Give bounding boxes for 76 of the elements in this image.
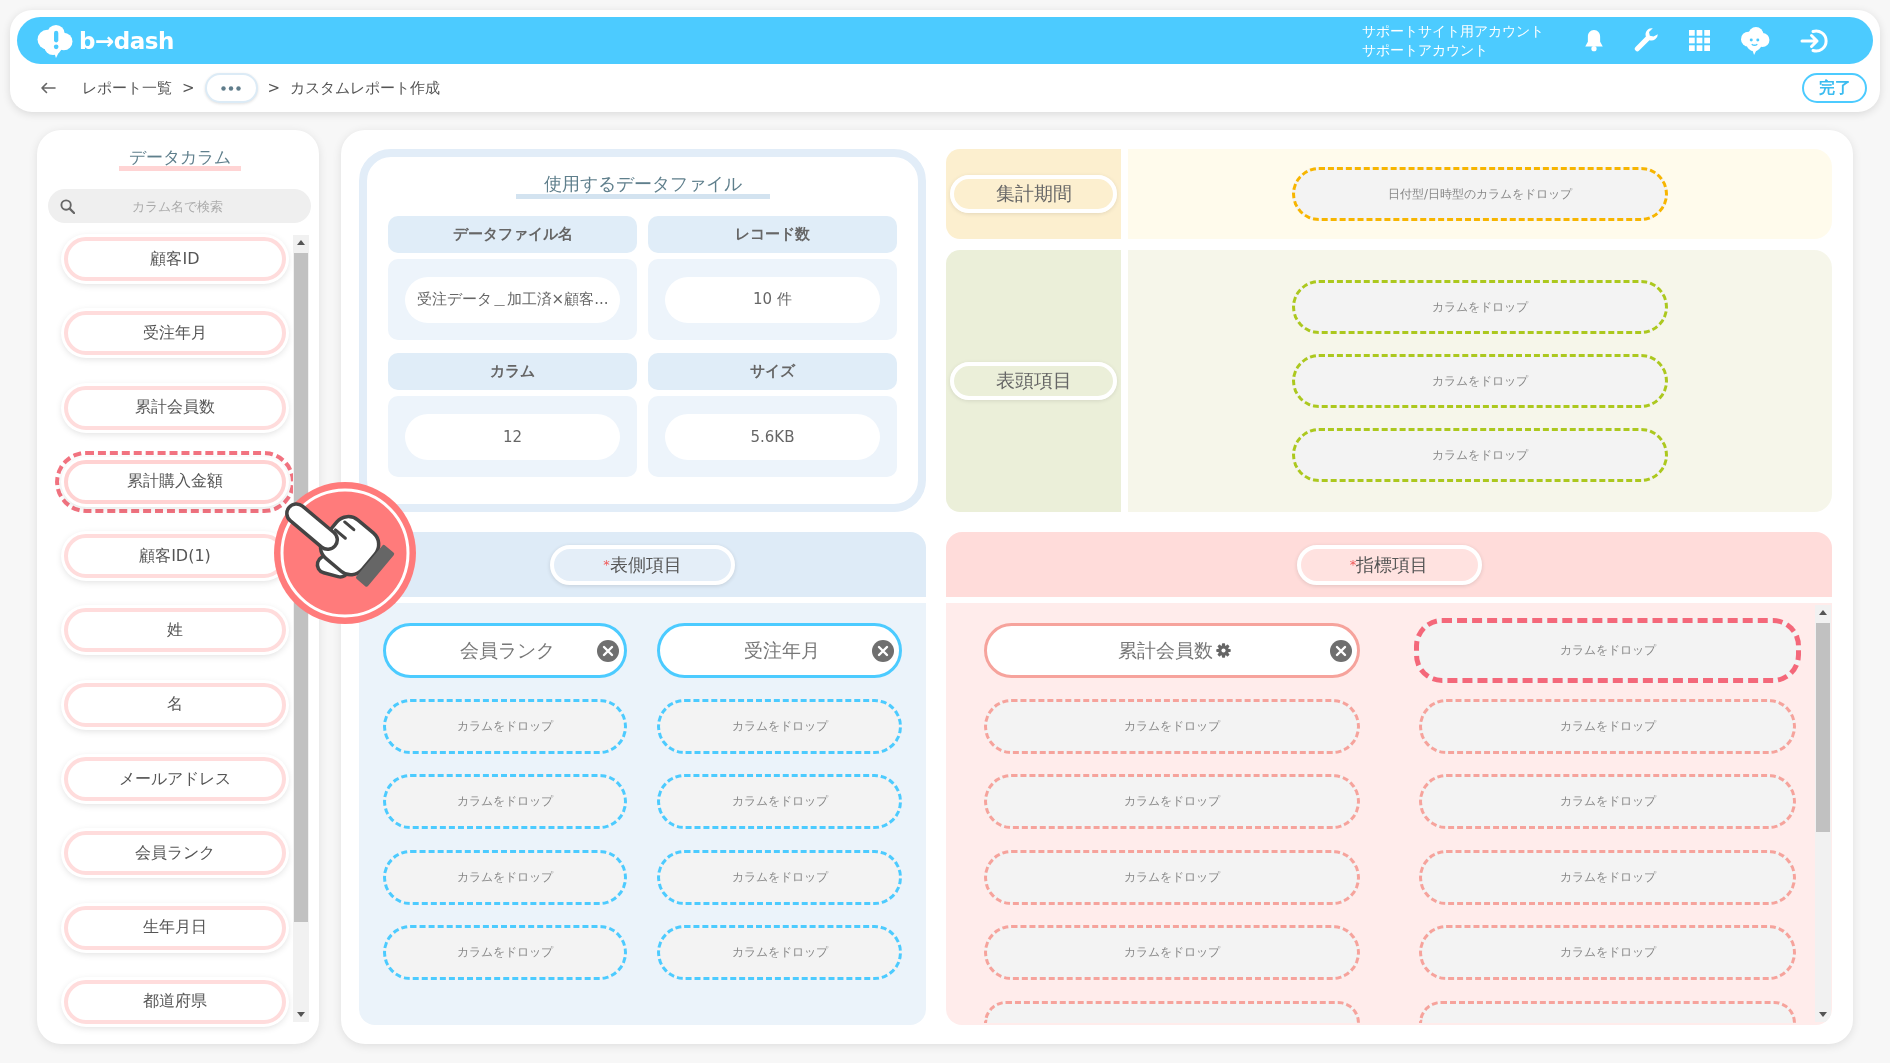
- field-label: レコード数: [648, 216, 897, 253]
- logout-icon[interactable]: [1800, 27, 1828, 54]
- scrollbar[interactable]: [1815, 605, 1831, 1022]
- field-value: 5.6KB: [665, 413, 880, 460]
- scroll-up-icon[interactable]: [1819, 610, 1827, 615]
- breadcrumb-separator: >: [267, 79, 281, 97]
- ellipsis-icon: [221, 85, 242, 91]
- column-chip[interactable]: 受注年月: [657, 623, 902, 678]
- wrench-icon[interactable]: [1634, 28, 1659, 53]
- sidebar-item[interactable]: 都道府県: [64, 979, 286, 1024]
- column-chip[interactable]: 累計会員数: [984, 623, 1360, 678]
- logo-text: b→dash: [79, 27, 174, 54]
- field-value: 12: [405, 413, 620, 460]
- scrollbar-thumb[interactable]: [1816, 623, 1830, 832]
- breadcrumb-link[interactable]: レポート一覧: [82, 78, 172, 98]
- sidebar-item[interactable]: 会員ランク: [64, 831, 286, 876]
- drop-zone[interactable]: [1419, 1000, 1796, 1023]
- breadcrumb-separator: >: [182, 79, 195, 97]
- drop-zone[interactable]: [984, 1000, 1360, 1023]
- drop-zone[interactable]: カラムをドロップ: [383, 774, 627, 829]
- exclamation-bubble-icon: [36, 23, 74, 58]
- drop-zone[interactable]: カラムをドロップ: [1414, 618, 1801, 683]
- field-label: データファイル名: [388, 216, 637, 253]
- account-name: サポートサイト用アカウント: [1362, 21, 1544, 41]
- close-icon[interactable]: [597, 639, 619, 662]
- grid-icon[interactable]: [1689, 30, 1710, 51]
- sidebar-item[interactable]: 受注年月: [64, 311, 286, 356]
- drop-zone[interactable]: カラムをドロップ: [1292, 354, 1668, 408]
- field-label: サイズ: [648, 353, 897, 390]
- field-value: 受注データ＿加工済×顧客...: [405, 276, 620, 323]
- cloud-face-icon[interactable]: [1740, 26, 1770, 55]
- field-label: カラム: [388, 353, 637, 390]
- drop-zone[interactable]: カラムをドロップ: [383, 698, 627, 754]
- back-arrow-icon[interactable]: [40, 82, 56, 94]
- search-icon: [60, 198, 75, 214]
- drop-zone[interactable]: カラムをドロップ: [657, 774, 902, 829]
- drop-zone[interactable]: カラムをドロップ: [657, 925, 902, 980]
- drop-zone[interactable]: カラムをドロップ: [1419, 925, 1796, 980]
- sidebar-item[interactable]: 生年月日: [64, 905, 286, 950]
- drop-zone[interactable]: カラムをドロップ: [1419, 849, 1796, 905]
- drop-zone[interactable]: カラムをドロップ: [1292, 280, 1668, 334]
- drop-zone[interactable]: カラムをドロップ: [984, 849, 1360, 905]
- sidebar-item[interactable]: 名: [64, 682, 286, 727]
- scroll-down-icon[interactable]: [297, 1012, 305, 1017]
- drop-zone[interactable]: カラムをドロップ: [984, 925, 1360, 980]
- gear-icon[interactable]: [1216, 643, 1231, 658]
- drop-zone[interactable]: カラムをドロップ: [984, 698, 1360, 754]
- drop-zone[interactable]: カラムをドロップ: [1419, 774, 1796, 829]
- drop-zone[interactable]: カラムをドロップ: [383, 849, 627, 905]
- drop-zone[interactable]: 日付型/日時型のカラムをドロップ: [1292, 167, 1668, 221]
- sidebar-item[interactable]: 累計会員数: [64, 385, 286, 430]
- close-icon[interactable]: [872, 639, 894, 662]
- sidebar-item[interactable]: 姓: [64, 608, 286, 653]
- search-input[interactable]: カラム名で検索: [75, 196, 311, 216]
- drop-zone[interactable]: カラムをドロップ: [1292, 428, 1668, 482]
- more-button[interactable]: [204, 73, 258, 103]
- section-label: 集計期間: [950, 175, 1117, 213]
- drop-zone[interactable]: カラムをドロップ: [383, 925, 627, 980]
- drop-zone[interactable]: カラムをドロップ: [984, 774, 1360, 829]
- drop-zone[interactable]: カラムをドロップ: [1419, 698, 1796, 754]
- account-name: サポートアカウント: [1362, 40, 1489, 60]
- done-button[interactable]: 完了: [1802, 73, 1867, 103]
- bell-icon[interactable]: [1584, 29, 1604, 52]
- field-value: 10 件: [665, 276, 880, 323]
- scroll-up-icon[interactable]: [297, 240, 305, 245]
- sidebar-item[interactable]: メールアドレス: [64, 757, 286, 802]
- sidebar-item[interactable]: 累計購入金額: [64, 459, 286, 504]
- search-field[interactable]: カラム名で検索: [48, 189, 311, 223]
- close-icon[interactable]: [1330, 639, 1352, 662]
- column-chip[interactable]: 会員ランク: [383, 623, 627, 678]
- scroll-down-icon[interactable]: [1819, 1012, 1827, 1017]
- breadcrumb-current: カスタムレポート作成: [290, 78, 441, 98]
- drop-zone[interactable]: カラムをドロップ: [657, 849, 902, 905]
- drop-zone[interactable]: カラムをドロップ: [657, 698, 902, 754]
- section-label: 表頭項目: [950, 362, 1117, 400]
- sidebar-item[interactable]: 顧客ID: [64, 237, 286, 281]
